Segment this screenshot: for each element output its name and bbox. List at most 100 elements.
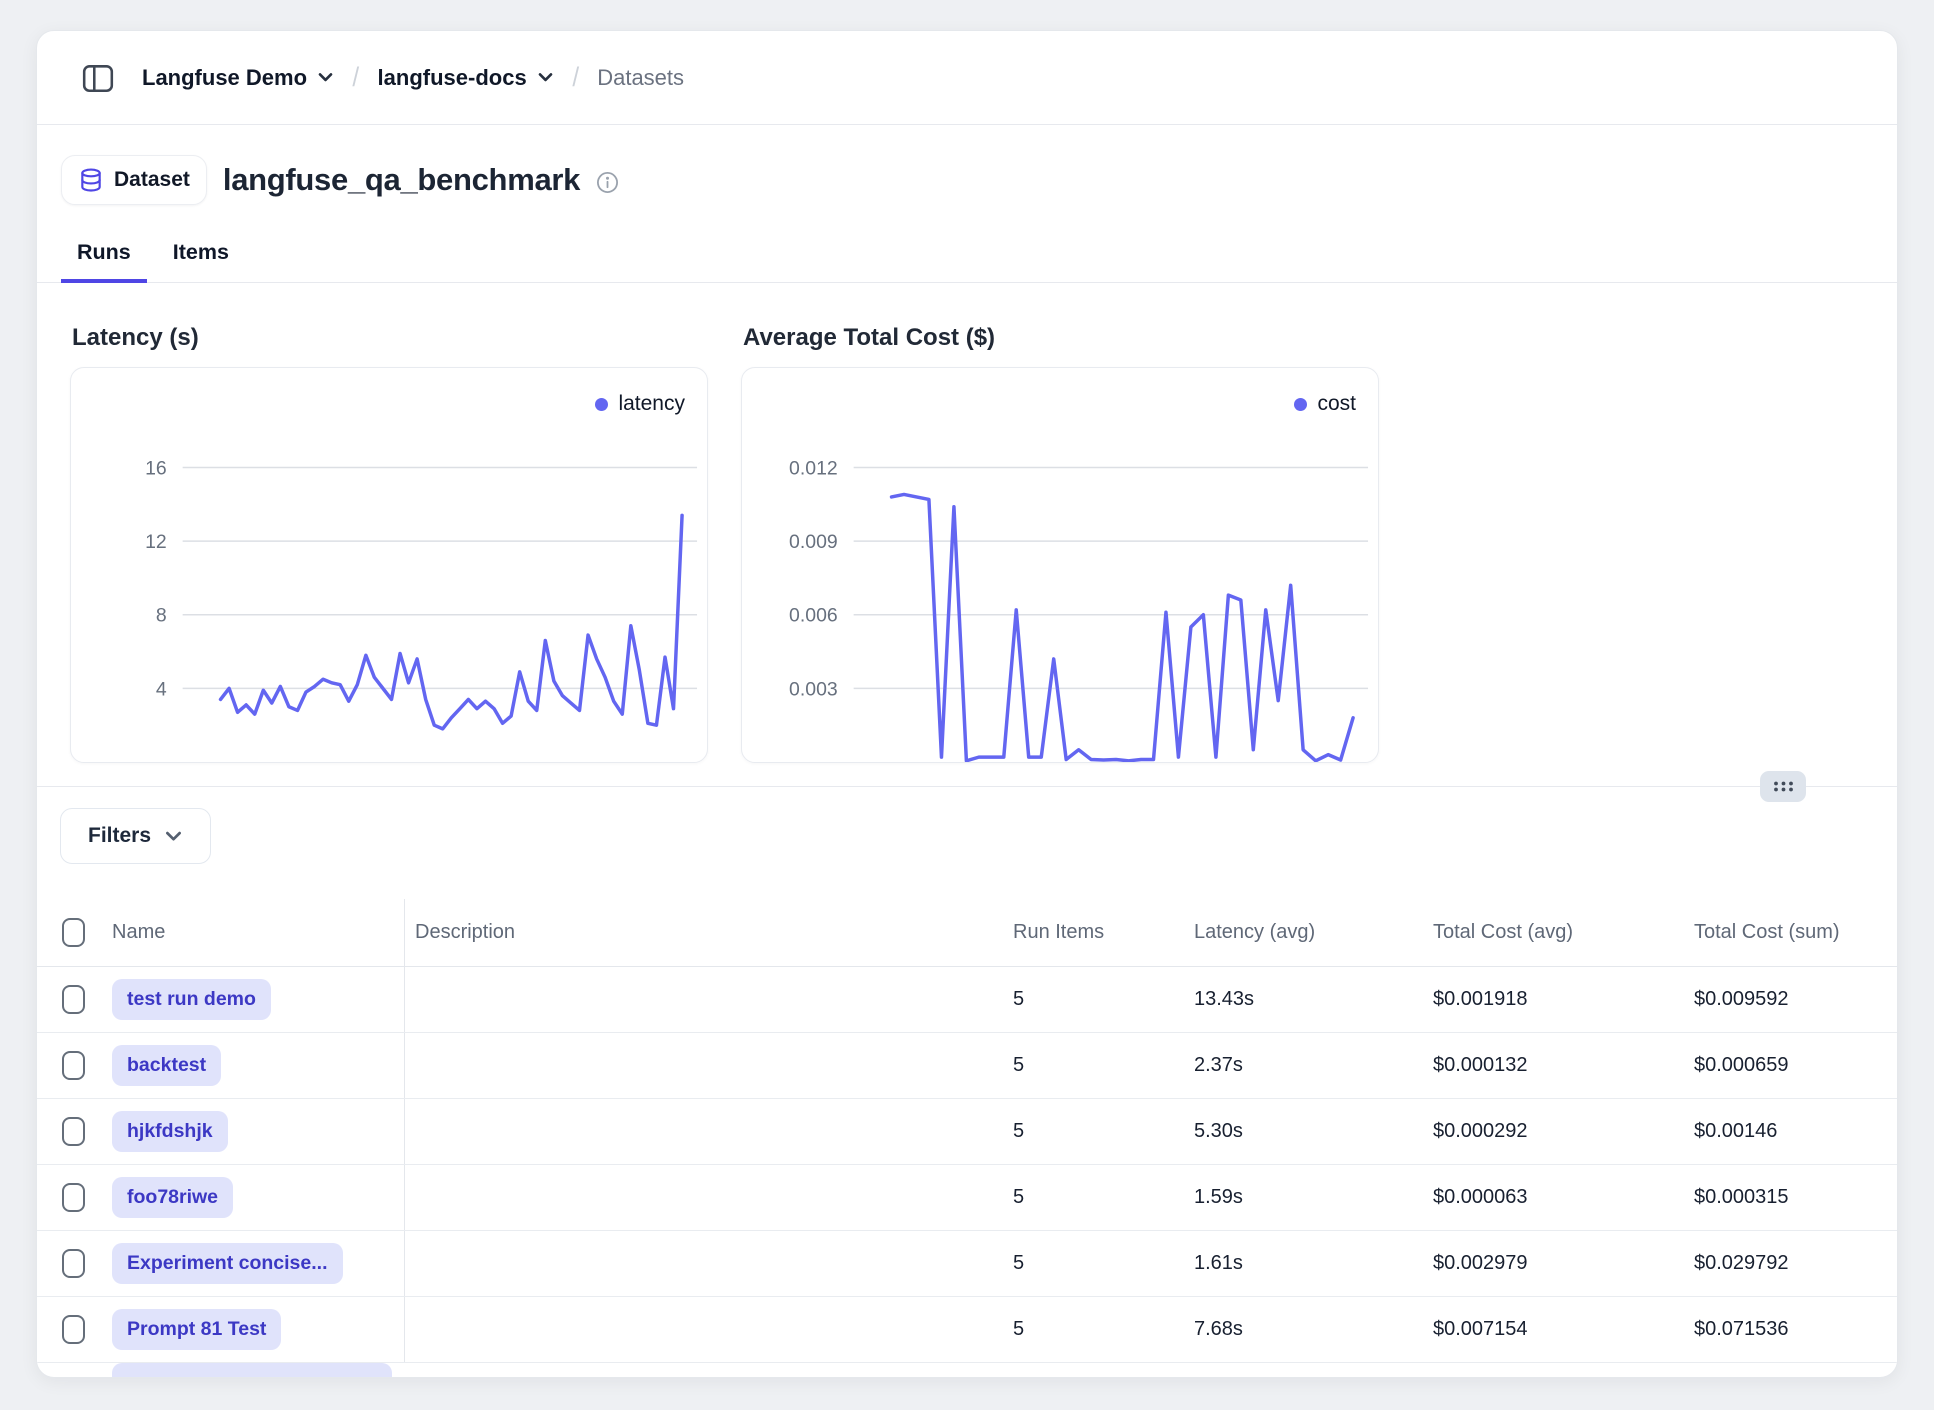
run-name-badge[interactable]: foo78riwe [112, 1177, 233, 1218]
row-total-cost-sum: $0.029792 [1694, 1252, 1897, 1275]
run-name-badge[interactable]: test run demo [112, 979, 271, 1020]
svg-text:0.012: 0.012 [789, 457, 838, 479]
chevron-down-icon [164, 827, 183, 846]
row-checkbox[interactable] [62, 1249, 85, 1278]
row-latency-avg: 1.61s [1194, 1252, 1433, 1275]
row-total-cost-avg: $0.007154 [1433, 1318, 1694, 1341]
filters-button[interactable]: Filters [60, 808, 211, 864]
grip-dots-icon [1770, 778, 1797, 795]
svg-text:12: 12 [145, 531, 167, 553]
cost-chart: 0.0120.0090.0060.003 cost [741, 367, 1379, 763]
table-row[interactable]: backtest52.37s$0.000132$0.000659 [37, 1033, 1897, 1099]
database-icon [78, 167, 104, 193]
row-run-items: 5 [1013, 1054, 1194, 1077]
run-name-badge[interactable]: Prompt 81 Test [112, 1309, 281, 1350]
dataset-title-row: Dataset langfuse_qa_benchmark [61, 149, 619, 211]
row-total-cost-avg: $0.001918 [1433, 988, 1694, 1011]
latency-chart-group: Latency (s) 161284 latency [70, 323, 708, 763]
row-latency-avg: 1.59s [1194, 1186, 1433, 1209]
column-header-name: Name [112, 921, 404, 944]
latency-chart-title: Latency (s) [72, 323, 708, 353]
table-options-handle[interactable] [1760, 771, 1806, 802]
column-header-total-cost-sum: Total Cost (sum) [1694, 921, 1897, 944]
table-row[interactable]: Prompt 81 Test57.68s$0.007154$0.071536 [37, 1297, 1897, 1363]
breadcrumb-org-dropdown[interactable]: Langfuse Demo [142, 65, 334, 91]
row-total-cost-avg: $0.000292 [1433, 1120, 1694, 1143]
svg-text:16: 16 [145, 457, 167, 479]
row-checkbox[interactable] [62, 1051, 85, 1080]
row-description [404, 1165, 1013, 1230]
column-header-total-cost-avg: Total Cost (avg) [1433, 921, 1694, 944]
run-name-badge [112, 1363, 392, 1378]
runs-table: Name Description Run Items Latency (avg)… [37, 899, 1897, 1377]
dataset-badge-label: Dataset [114, 168, 190, 192]
tab-items[interactable]: Items [157, 223, 245, 282]
filters-row: Filters [60, 808, 211, 864]
row-total-cost-sum: $0.000315 [1694, 1186, 1897, 1209]
run-name-badge[interactable]: backtest [112, 1045, 221, 1086]
row-total-cost-avg: $0.000132 [1433, 1054, 1694, 1077]
sidebar-toggle-button[interactable] [76, 56, 120, 100]
main-panel: Langfuse Demo / langfuse-docs / Datasets [36, 30, 1898, 1378]
table-row-partial [37, 1363, 1897, 1378]
row-run-items: 5 [1013, 988, 1194, 1011]
run-name-badge[interactable]: hjkfdshjk [112, 1111, 228, 1152]
charts-section: Latency (s) 161284 latency Average Total… [37, 283, 1897, 787]
row-latency-avg: 5.30s [1194, 1120, 1433, 1143]
chevron-down-icon [317, 69, 334, 86]
row-checkbox[interactable] [62, 1183, 85, 1212]
row-checkbox-cell [37, 1183, 112, 1212]
svg-text:0.006: 0.006 [789, 605, 838, 627]
info-button[interactable] [596, 171, 619, 194]
row-name-cell: Prompt 81 Test [112, 1309, 404, 1350]
table-row[interactable]: hjkfdshjk 55.30s$0.000292$0.00146 [37, 1099, 1897, 1165]
breadcrumb-separator: / [352, 62, 359, 93]
row-description [404, 1099, 1013, 1164]
table-row[interactable]: Experiment concise... 51.61s$0.002979$0.0… [37, 1231, 1897, 1297]
table-body: test run demo513.43s$0.001918$0.009592ba… [37, 967, 1897, 1363]
table-row[interactable]: test run demo513.43s$0.001918$0.009592 [37, 967, 1897, 1033]
legend-label: cost [1317, 392, 1356, 416]
cost-legend: cost [1294, 392, 1356, 416]
row-checkbox-cell [37, 1315, 112, 1344]
row-checkbox-cell [37, 1249, 112, 1278]
select-all-checkbox[interactable] [62, 918, 85, 947]
breadcrumb-project-dropdown[interactable]: langfuse-docs [378, 65, 554, 91]
row-latency-avg: 7.68s [1194, 1318, 1433, 1341]
row-checkbox-cell [37, 1051, 112, 1080]
row-description [404, 1297, 1013, 1362]
row-total-cost-sum: $0.009592 [1694, 988, 1897, 1011]
cost-plot: 0.0120.0090.0060.003 [742, 368, 1378, 762]
svg-text:0.003: 0.003 [789, 678, 838, 700]
row-checkbox[interactable] [62, 985, 85, 1014]
column-header-description: Description [404, 899, 1013, 966]
latency-plot: 161284 [71, 368, 707, 762]
dataset-type-badge: Dataset [61, 155, 207, 205]
table-header: Name Description Run Items Latency (avg)… [37, 899, 1897, 967]
legend-label: latency [618, 392, 685, 416]
row-checkbox[interactable] [62, 1315, 85, 1344]
row-run-items: 5 [1013, 1252, 1194, 1275]
info-icon [596, 171, 619, 194]
tab-bar: Runs Items [37, 223, 1897, 283]
latency-chart: 161284 latency [70, 367, 708, 763]
table-row[interactable]: foo78riwe51.59s$0.000063$0.000315 [37, 1165, 1897, 1231]
row-name-cell: backtest [112, 1045, 404, 1086]
row-checkbox-cell [37, 1117, 112, 1146]
row-run-items: 5 [1013, 1120, 1194, 1143]
legend-dot-icon [595, 398, 608, 411]
row-name-cell: test run demo [112, 979, 404, 1020]
row-total-cost-sum: $0.071536 [1694, 1318, 1897, 1341]
row-name-cell: hjkfdshjk [112, 1111, 404, 1152]
breadcrumb-datasets: Datasets [597, 65, 684, 91]
cost-chart-group: Average Total Cost ($) 0.0120.0090.0060.… [741, 323, 1379, 763]
section-divider [37, 786, 1897, 787]
tab-runs[interactable]: Runs [61, 223, 147, 282]
row-total-cost-avg: $0.002979 [1433, 1252, 1694, 1275]
row-total-cost-sum: $0.00146 [1694, 1120, 1897, 1143]
run-name-badge[interactable]: Experiment concise... [112, 1243, 343, 1284]
column-header-run-items: Run Items [1013, 921, 1194, 944]
row-description [404, 1231, 1013, 1296]
row-checkbox[interactable] [62, 1117, 85, 1146]
top-navigation: Langfuse Demo / langfuse-docs / Datasets [37, 31, 1897, 125]
